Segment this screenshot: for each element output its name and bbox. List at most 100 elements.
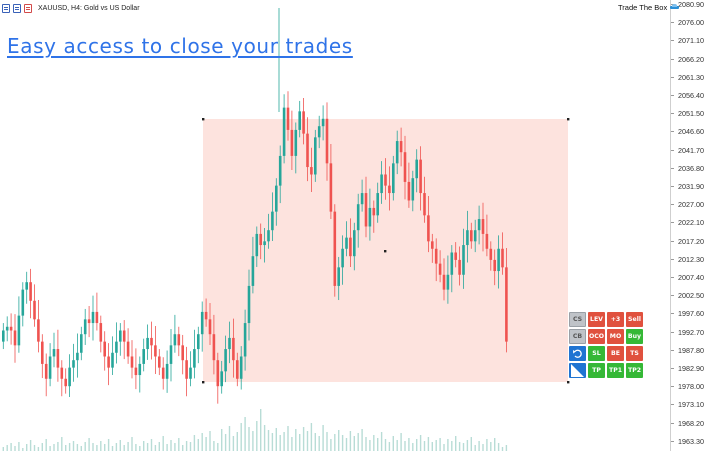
bear-candle [64,378,67,387]
plus-three-button[interactable]: +3 [607,312,624,327]
bull-candle [52,349,56,357]
bear-candle [407,181,411,201]
volume-bar [408,438,410,451]
bull-candle [345,237,348,249]
bear-candle [438,263,442,275]
bull-candle [263,241,266,246]
volume-bar [111,446,114,451]
price-axis-label: 1997.60 [678,309,704,319]
volume-bar [96,445,98,451]
undo-icon[interactable] [569,346,586,361]
bull-candle [243,323,247,357]
cs-button[interactable]: CS [569,312,586,327]
bull-candle [298,111,301,130]
ts-button[interactable]: TS [626,346,643,361]
volume-bar [380,432,383,451]
close-chart-icon[interactable] [24,3,32,13]
tp1-button[interactable]: TP1 [607,363,624,378]
price-chart[interactable] [0,0,721,451]
bull-candle [380,174,383,194]
bear-candle [388,185,391,194]
price-tick [671,349,674,351]
diagonal-box-icon[interactable] [569,363,586,378]
oco-button[interactable]: OCO [588,329,605,344]
bull-candle [220,371,223,387]
bull-candle [228,337,231,350]
sell-button[interactable]: Sell [626,312,643,327]
bull-candle [462,245,465,275]
volume-bar [470,437,472,451]
be-button[interactable]: BE [607,346,624,361]
volume-bar [357,433,359,451]
bull-candle [165,363,169,379]
price-tick [671,76,674,78]
buy-button[interactable]: Buy [626,329,643,344]
bull-candle [197,334,200,350]
bull-candle [173,334,177,346]
price-axis[interactable]: 2080.90 2076.00 2071.10 2066.20 2061.30 2056.… [670,0,721,451]
bull-candle [411,178,415,201]
volume-bar [41,443,43,451]
volume-bar [306,431,309,451]
bull-candle [48,356,52,379]
mo-button[interactable]: MO [607,329,624,344]
volume-bar [107,439,110,451]
volume-bar [439,438,441,451]
price-tick [671,167,674,169]
volume-bar [314,433,316,451]
volume-bar [486,439,488,451]
bear-candle [403,152,407,182]
bull-candle [376,193,379,216]
chart-list-icon[interactable] [2,3,10,13]
bear-candle [236,360,239,379]
bear-candle [399,141,403,153]
bear-candle [56,349,60,368]
bull-candle [119,330,122,342]
volume-bar [318,436,320,451]
cb-button[interactable]: CB [569,329,586,344]
volume-bar [53,444,55,451]
bear-candle [364,193,368,227]
bull-candle [356,204,360,231]
price-axis-label: 2022.10 [678,218,704,228]
volume-bar [205,437,207,451]
price-tick [671,440,674,442]
bear-candle [384,174,387,186]
leverage-button[interactable]: LEV [588,312,605,327]
bull-candle [169,345,173,364]
bull-candle [473,230,477,242]
volume-bar [217,443,219,451]
volume-bar [279,435,281,451]
price-tick [671,240,674,242]
price-tick [671,186,674,187]
volume-bar [65,445,67,451]
bear-candle [107,356,110,368]
volume-bar [451,441,453,451]
bull-candle [193,349,196,368]
volume-bar [228,426,231,451]
volume-bar [353,436,355,451]
bull-candle [25,282,28,290]
tp2-button[interactable]: TP2 [626,363,643,378]
volume-bar [26,444,28,451]
price-axis-label: 2012.30 [678,254,704,264]
bear-candle [204,311,208,320]
chart-properties-icon[interactable] [13,3,21,13]
bull-candle [450,252,454,275]
bull-candle [255,233,259,257]
price-tick [671,368,674,369]
volume-bar [2,447,4,451]
volume-bar [365,437,367,451]
bear-candle [134,367,138,376]
price-axis-label: 2027.00 [678,200,704,210]
price-tick [671,131,674,133]
tp-button[interactable]: TP [588,363,605,378]
volume-bar [189,442,192,451]
price-axis-label: 2056.40 [678,91,704,100]
volume-bar [115,443,118,451]
volume-bar [33,445,36,451]
volume-bar [447,439,449,451]
bull-candle [189,367,192,379]
bear-candle [232,337,235,361]
sl-button[interactable]: SL [588,346,605,361]
